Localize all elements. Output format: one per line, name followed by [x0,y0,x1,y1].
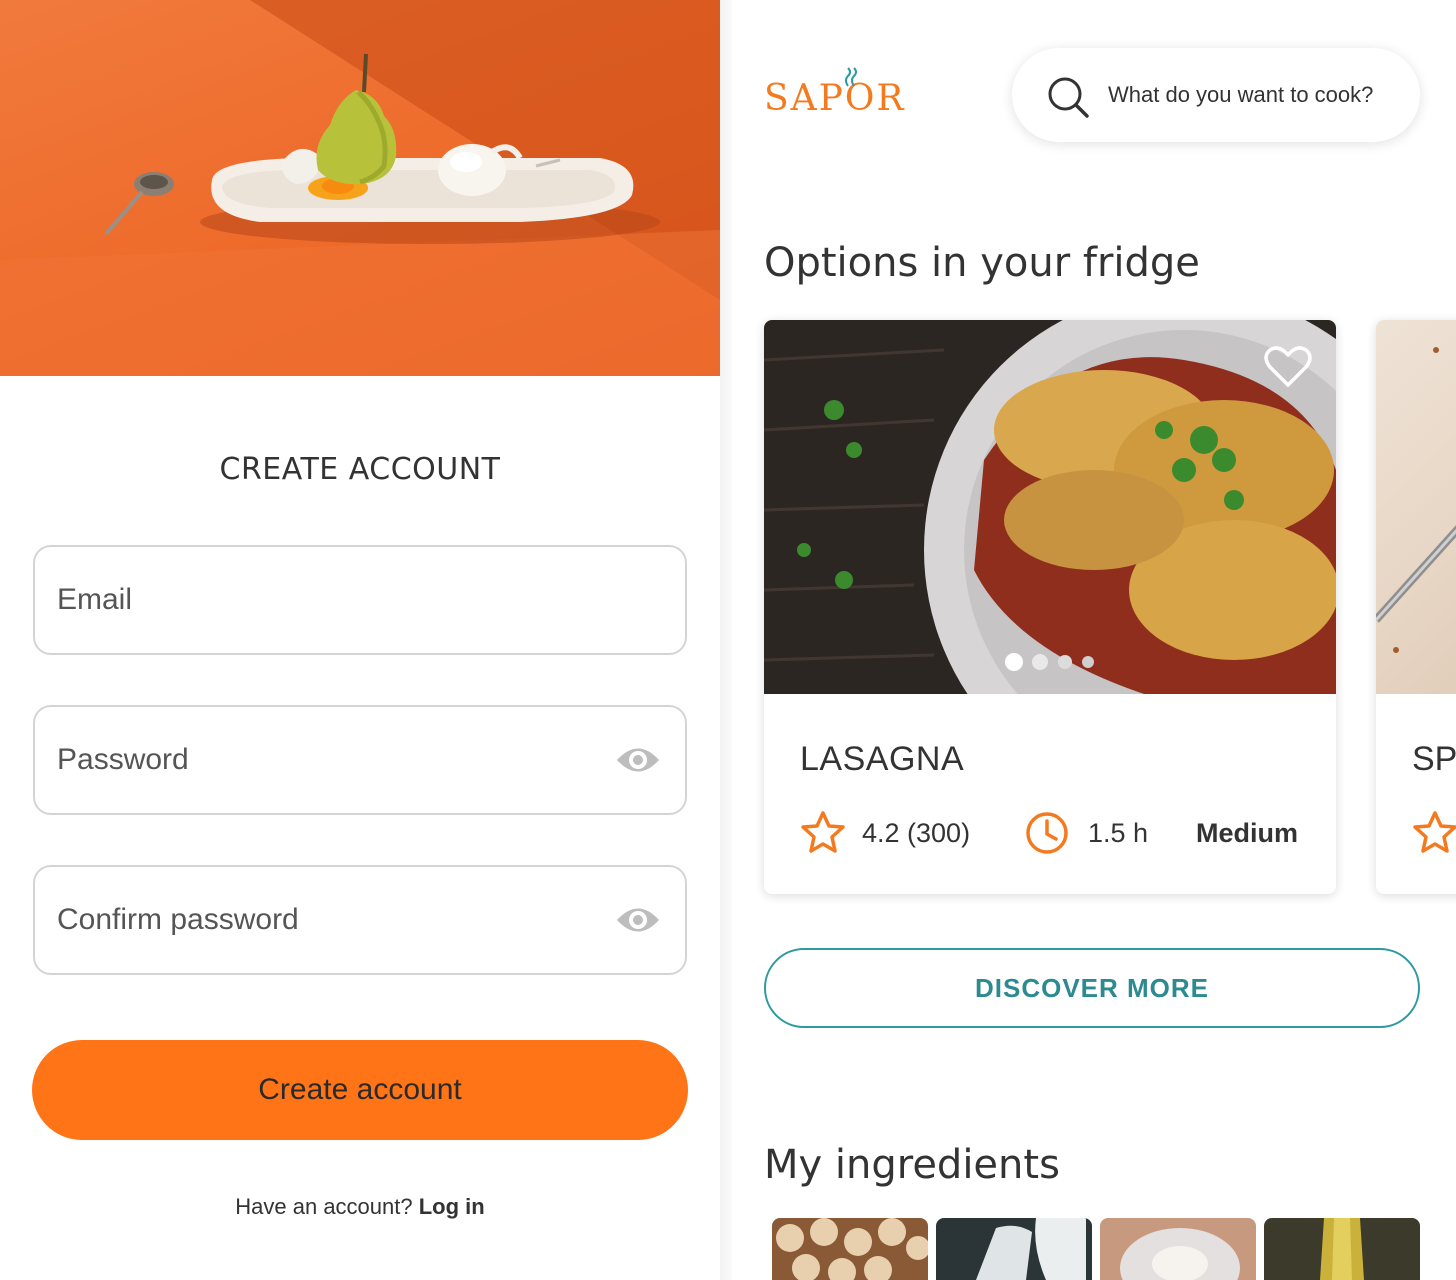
recipe-photo [1376,320,1456,694]
panel-divider [720,0,732,1280]
recipe-card[interactable]: LASAGNA 4.2 (300) 1.5 h Medium [764,320,1336,894]
hero-image [0,0,720,376]
confirm-password-field[interactable]: Confirm password [33,865,687,975]
carousel-dots[interactable] [1004,652,1100,672]
search-bar[interactable]: What do you want to cook? [1012,48,1420,142]
signup-panel: CREATE ACCOUNT Email Password Confirm pa… [0,0,720,1280]
ingredients-section-title: My ingredients [764,1142,1060,1188]
recipe-time: 1.5 h [1088,818,1149,848]
recipe-card[interactable]: SP [1376,320,1456,894]
search-icon [1048,77,1089,118]
star-icon [1413,811,1456,853]
steam-icon [845,67,857,87]
lasagna-photo [764,320,1336,694]
ingredient-mushrooms[interactable] [772,1218,928,1280]
home-panel: SAPOR What do you want to cook? Options … [732,0,1456,1280]
star-icon [801,811,845,853]
eye-icon[interactable] [615,743,661,777]
email-placeholder: Email [57,583,133,616]
ingredient-oil[interactable] [1264,1218,1420,1280]
ingredients-row [772,1218,1432,1280]
login-prompt: Have an account? Log in [0,1194,720,1220]
password-placeholder: Password [57,743,189,776]
login-link[interactable]: Log in [419,1194,485,1219]
search-placeholder: What do you want to cook? [1108,82,1374,107]
create-account-button[interactable]: Create account [32,1040,688,1140]
discover-more-button[interactable]: DISCOVER MORE [764,948,1420,1028]
recipe-meta: 4.2 (300) 1.5 h Medium [800,810,1320,854]
logo-text: SAPOR [764,78,906,119]
ingredient-flour[interactable] [1100,1218,1256,1280]
heart-icon[interactable] [1264,346,1312,388]
sapor-logo[interactable]: SAPOR [764,66,914,126]
recipe-name: SP [1412,740,1456,778]
email-field[interactable]: Email [33,545,687,655]
recipe-rating: 4.2 (300) [862,818,971,848]
eye-icon[interactable] [615,903,661,937]
password-field[interactable]: Password [33,705,687,815]
fridge-section-title: Options in your fridge [764,240,1200,286]
ingredient-milk[interactable] [936,1218,1092,1280]
recipe-name: LASAGNA [800,740,965,778]
create-account-heading: CREATE ACCOUNT [219,452,501,487]
confirm-password-placeholder: Confirm password [57,903,299,936]
clock-icon [1026,812,1068,854]
recipe-difficulty: Medium [1196,818,1299,848]
have-account-text: Have an account? [235,1194,413,1219]
